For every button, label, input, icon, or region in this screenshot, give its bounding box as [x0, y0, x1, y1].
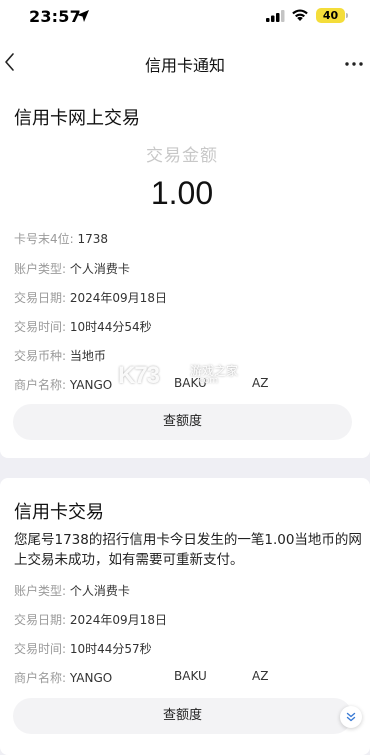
detail-value: 当地币 [69, 349, 106, 363]
status-bar: 23:57 40 [0, 0, 370, 34]
transaction-card-failed: 信用卡交易 您尾号1738的招行信用卡今日发生的一笔1.00当地币的网上交易未成… [0, 478, 370, 755]
detail-value: 10时44分54秒 [69, 320, 152, 334]
transaction-description: 您尾号1738的招行信用卡今日发生的一笔1.00当地币的网上交易未成功，如有需要… [14, 532, 362, 568]
merchant-city: BAKU [174, 669, 207, 683]
detail-key: 交易时间: [14, 642, 67, 656]
detail-row-date: 交易日期: 2024年09月18日 [14, 289, 167, 306]
detail-value: 个人消费卡 [69, 584, 130, 598]
watermark-url: .com [196, 376, 219, 386]
page-title: 信用卡通知 [144, 56, 225, 75]
battery-level: 40 [322, 9, 339, 22]
detail-key: 交易币种: [14, 349, 67, 363]
detail-row-currency: 交易币种: 当地币 [14, 347, 106, 364]
location-arrow-icon [77, 10, 89, 22]
detail-value: 1738 [77, 232, 109, 246]
watermark-logo: K73 游戏之家 .com [118, 362, 258, 392]
detail-key: 账户类型: [14, 584, 67, 598]
double-chevron-down-icon [346, 712, 356, 722]
detail-key: 账户类型: [14, 262, 67, 276]
detail-row-date: 交易日期: 2024年09月18日 [14, 611, 167, 628]
card-title: 信用卡交易 [14, 502, 104, 523]
detail-row-time: 交易时间: 10时44分54秒 [14, 318, 152, 335]
transaction-card-online: 信用卡网上交易 交易金额 1.00 卡号末4位: 1738 账户类型: 个人消费… [0, 90, 370, 458]
more-icon[interactable] [344, 61, 364, 67]
amount-label: 交易金额 [146, 146, 218, 166]
status-time: 23:57 [29, 7, 81, 26]
merchant-name: YANGO [69, 671, 113, 685]
detail-value: 2024年09月18日 [69, 291, 167, 305]
battery-icon: 40 [316, 8, 345, 23]
nav-bar: 信用卡通知 [0, 34, 370, 90]
detail-row-account-type: 账户类型: 个人消费卡 [14, 260, 130, 277]
battery-tip [346, 13, 348, 18]
detail-key: 交易时间: [14, 320, 67, 334]
card-title: 信用卡网上交易 [14, 108, 140, 129]
detail-key: 卡号末4位: [14, 232, 74, 246]
scroll-down-button[interactable] [340, 706, 362, 728]
detail-row-merchant: 商户名称: YANGO BAKU AZ [14, 669, 354, 686]
merchant-name: YANGO [69, 378, 113, 392]
detail-value: 个人消费卡 [69, 262, 130, 276]
detail-value: 10时44分57秒 [69, 642, 152, 656]
watermark-logo-text: K73 [118, 362, 160, 389]
detail-key: 交易日期: [14, 291, 67, 305]
signal-icon [266, 10, 285, 22]
check-limit-button[interactable]: 查额度 [13, 404, 352, 440]
amount-value: 1.00 [150, 175, 214, 211]
check-limit-button[interactable]: 查额度 [13, 698, 352, 734]
detail-row-time: 交易时间: 10时44分57秒 [14, 640, 152, 657]
detail-key: 交易日期: [14, 613, 67, 627]
detail-key: 商户名称: [14, 671, 67, 685]
detail-value: 2024年09月18日 [69, 613, 167, 627]
detail-key: 商户名称: [14, 378, 67, 392]
merchant-country: AZ [252, 669, 269, 683]
wifi-icon [292, 9, 308, 21]
detail-row-account-type: 账户类型: 个人消费卡 [14, 582, 130, 599]
detail-row-card-number: 卡号末4位: 1738 [14, 230, 108, 247]
